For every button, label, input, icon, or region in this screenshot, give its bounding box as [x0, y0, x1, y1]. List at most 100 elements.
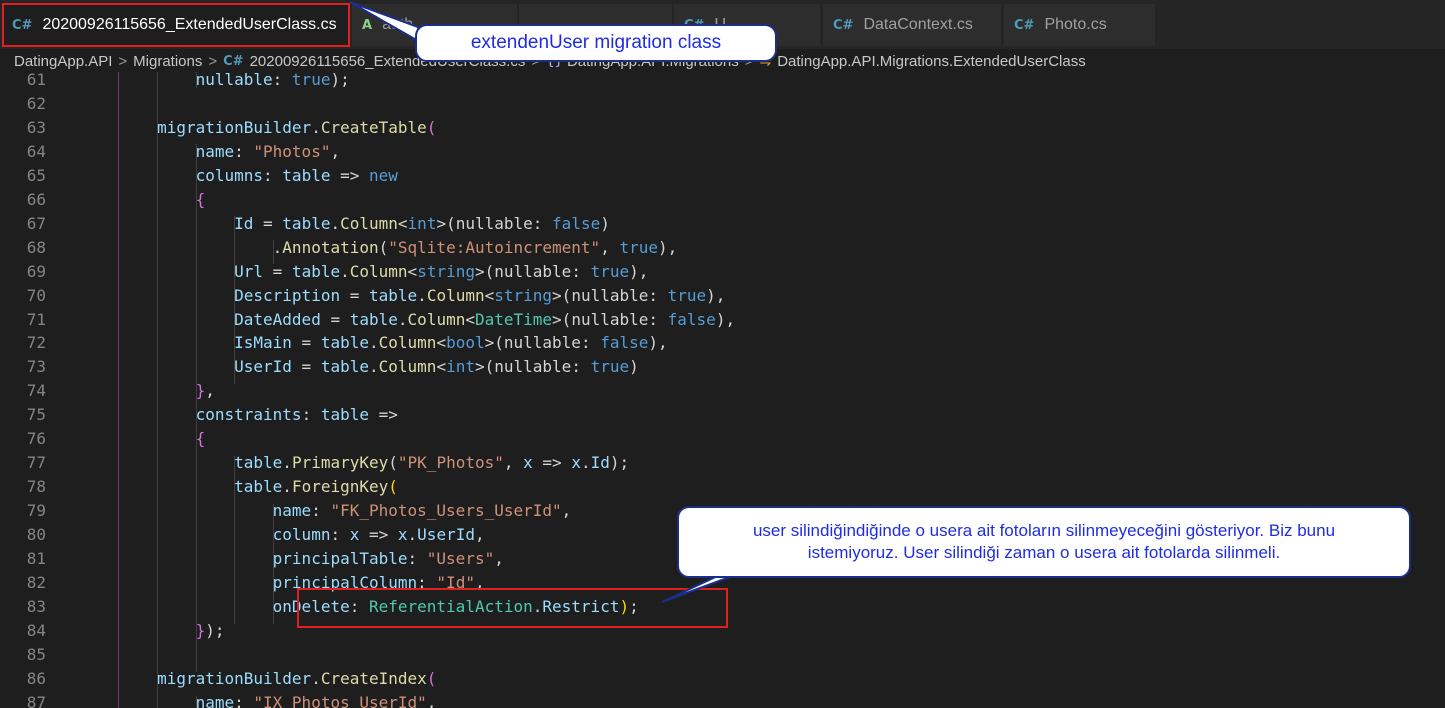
line-number: 63 — [26, 117, 46, 137]
code-token: table — [234, 477, 283, 497]
code-token: : — [330, 525, 350, 545]
line-number: 83 — [26, 596, 46, 616]
code-line[interactable]: 74 }, — [0, 379, 1445, 403]
code-token: : — [311, 501, 331, 521]
code-token: . — [417, 285, 427, 305]
line-number: 70 — [26, 285, 46, 305]
code-line[interactable]: 72 IsMain = table.Column<bool>(nullable:… — [0, 331, 1445, 355]
code-token: < — [465, 309, 475, 329]
line-number: 82 — [26, 572, 46, 592]
line-number: 69 — [26, 261, 46, 281]
breadcrumb-item-project[interactable]: DatingApp.API — [14, 53, 112, 70]
callout-text: extendenUser migration class — [470, 32, 722, 53]
code-token: >(nullable: — [552, 285, 668, 305]
line-number: 85 — [26, 644, 46, 664]
code-token: table — [320, 333, 369, 353]
code-text: column: x => x.UserId, — [80, 523, 485, 547]
code-token: = — [291, 357, 321, 377]
code-token: Column — [426, 285, 485, 305]
code-line[interactable]: 61 nullable: true); — [0, 72, 1445, 92]
code-line[interactable]: 67 Id = table.Column<int>(nullable: fals… — [0, 212, 1445, 236]
tab-photo[interactable]: C# Photo.cs — [1004, 4, 1155, 46]
code-token: table — [320, 357, 369, 377]
code-token: = — [340, 285, 369, 305]
code-token: , — [426, 692, 437, 708]
code-token: false — [667, 309, 716, 329]
tab-datacontext[interactable]: C# DataContext.cs — [823, 4, 1001, 46]
code-line[interactable]: 85 — [0, 643, 1445, 667]
code-token: . — [311, 117, 321, 137]
code-line[interactable]: 68 .Annotation("Sqlite:Autoincrement", t… — [0, 236, 1445, 260]
code-token: migrationBuilder — [157, 668, 312, 688]
line-number: 76 — [26, 429, 46, 449]
code-line[interactable]: 64 name: "Photos", — [0, 140, 1445, 164]
code-token: bool — [446, 333, 485, 353]
code-line[interactable]: 78 table.ForeignKey( — [0, 475, 1445, 499]
breadcrumb-item-folder[interactable]: Migrations — [133, 53, 202, 70]
code-token: . — [330, 213, 341, 233]
code-token: IsMain — [234, 333, 292, 353]
code-line[interactable]: 70 Description = table.Column<string>(nu… — [0, 284, 1445, 308]
line-number: 65 — [26, 165, 46, 185]
code-token: , — [474, 525, 485, 545]
code-line[interactable]: 73 UserId = table.Column<int>(nullable: … — [0, 355, 1445, 379]
code-token: ), — [629, 261, 649, 281]
code-token: < — [436, 333, 447, 353]
code-token: Description — [234, 285, 341, 305]
code-token: Annotation — [282, 237, 379, 257]
code-token: name — [195, 141, 235, 161]
code-text: }); — [80, 619, 225, 643]
code-line[interactable]: 66 { — [0, 188, 1445, 212]
code-token: table — [282, 165, 331, 185]
code-token: Column — [340, 213, 398, 233]
tab-label: auth — [382, 16, 414, 33]
callout-text: user silindiğindiğinde o usera ait fotol… — [752, 521, 1336, 562]
code-line[interactable]: 62 — [0, 92, 1445, 116]
code-token: columns — [195, 165, 264, 185]
code-line[interactable]: 75 constraints: table => — [0, 403, 1445, 427]
code-token: . — [369, 357, 379, 377]
code-token: new — [369, 165, 398, 185]
code-token: Url — [234, 261, 264, 281]
ondelete-highlight — [297, 588, 728, 628]
code-line[interactable]: 63 migrationBuilder.CreateTable( — [0, 116, 1445, 140]
code-token: ), — [648, 333, 668, 353]
code-token: principalTable — [272, 549, 408, 568]
code-token: , — [600, 237, 620, 257]
line-number: 84 — [26, 620, 46, 640]
code-line[interactable]: 69 Url = table.Column<string>(nullable: … — [0, 260, 1445, 284]
code-line[interactable]: 76 { — [0, 427, 1445, 451]
code-token: table — [282, 213, 331, 233]
line-number: 79 — [26, 501, 46, 521]
code-token: : — [301, 405, 321, 425]
code-token: true — [590, 261, 630, 281]
code-line[interactable]: 87 name: "IX_Photos_UserId", — [0, 691, 1445, 708]
code-line[interactable]: 86 migrationBuilder.CreateIndex( — [0, 667, 1445, 691]
code-token: table — [349, 309, 398, 329]
code-line[interactable]: 65 columns: table => new — [0, 164, 1445, 188]
code-token: . — [311, 668, 321, 688]
code-token: >(nullable: — [436, 213, 553, 233]
code-token: x — [349, 525, 360, 545]
code-text: DateAdded = table.Column<DateTime>(nulla… — [80, 308, 735, 332]
line-number: 80 — [26, 525, 46, 545]
code-token: "Users" — [426, 549, 495, 568]
code-token: UserId — [234, 357, 292, 377]
line-number: 67 — [26, 213, 46, 233]
code-token: PrimaryKey — [291, 453, 389, 473]
code-token: true — [667, 285, 707, 305]
code-text: migrationBuilder.CreateTable( — [80, 116, 436, 140]
breadcrumb-item-class[interactable]: DatingApp.API.Migrations.ExtendedUserCla… — [777, 53, 1085, 70]
code-token: "Sqlite:Autoincrement" — [388, 237, 601, 257]
code-token: >(nullable: — [474, 261, 591, 281]
line-number: 61 — [26, 72, 46, 89]
code-line[interactable]: 77 table.PrimaryKey("PK_Photos", x => x.… — [0, 451, 1445, 475]
code-token: ); — [609, 453, 630, 473]
code-line[interactable]: 71 DateAdded = table.Column<DateTime>(nu… — [0, 308, 1445, 332]
